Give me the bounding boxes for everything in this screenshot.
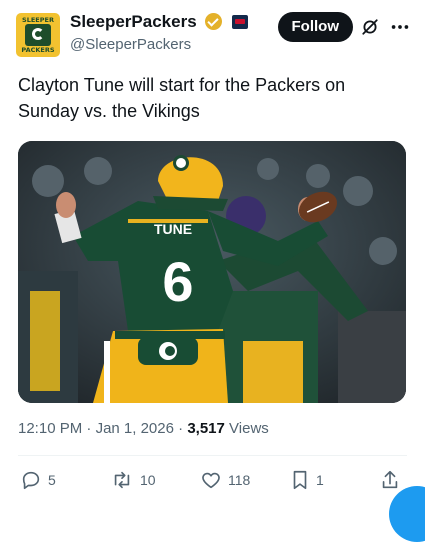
bookmark-button[interactable]: 1 [290, 468, 324, 492]
account-handle[interactable]: @SleeperPackers [70, 36, 191, 53]
divider [18, 455, 407, 456]
reply-button[interactable]: 5 [20, 468, 56, 492]
meta-separator: · [178, 420, 184, 437]
like-count: 118 [228, 472, 251, 488]
reply-icon [22, 471, 40, 490]
repost-icon [114, 471, 130, 489]
packers-logo-icon [25, 24, 51, 46]
repost-count: 10 [140, 472, 156, 488]
verified-badge-icon[interactable] [205, 13, 223, 30]
avatar-logo-top-text: SLEEPER [22, 16, 54, 24]
name-row: SleeperPackers [70, 12, 248, 32]
bookmark-icon [293, 470, 307, 490]
grok-icon[interactable] [361, 18, 379, 36]
bookmark-count: 1 [316, 472, 324, 488]
tweet-actions: 5 10 118 1 [18, 468, 413, 492]
compose-button[interactable] [389, 486, 425, 542]
tweet-photo-illustration: TUNE 6 [18, 141, 406, 403]
affiliation-badge-icon[interactable] [231, 15, 248, 29]
tweet-image[interactable]: TUNE 6 [18, 141, 406, 403]
share-button[interactable] [380, 468, 406, 492]
tweet-header: SLEEPER PACKERS SleeperPackers @SleeperP… [16, 10, 413, 58]
meta-separator: · [86, 420, 92, 437]
avatar-logo-bottom-text: PACKERS [21, 46, 55, 54]
views-label: Views [229, 420, 269, 437]
like-button[interactable]: 118 [200, 468, 250, 492]
tweet-meta: 12:10 PM · Jan 1, 2026 · 3,517 Views [18, 420, 269, 437]
reply-count: 5 [48, 472, 56, 488]
account-avatar[interactable]: SLEEPER PACKERS [16, 13, 60, 57]
display-name[interactable]: SleeperPackers [70, 12, 197, 31]
jersey-name-text: TUNE [154, 221, 192, 237]
tweet-date[interactable]: Jan 1, 2026 [96, 420, 174, 437]
tweet-text: Clayton Tune will start for the Packers … [18, 75, 346, 121]
share-icon [382, 470, 398, 489]
heart-icon [202, 472, 220, 489]
views-count: 3,517 [187, 420, 225, 437]
follow-button[interactable]: Follow [277, 12, 353, 42]
repost-button[interactable]: 10 [110, 468, 156, 492]
more-options-icon[interactable] [389, 16, 411, 38]
tweet-time[interactable]: 12:10 PM [18, 420, 82, 437]
jersey-number-text: 6 [162, 250, 193, 313]
